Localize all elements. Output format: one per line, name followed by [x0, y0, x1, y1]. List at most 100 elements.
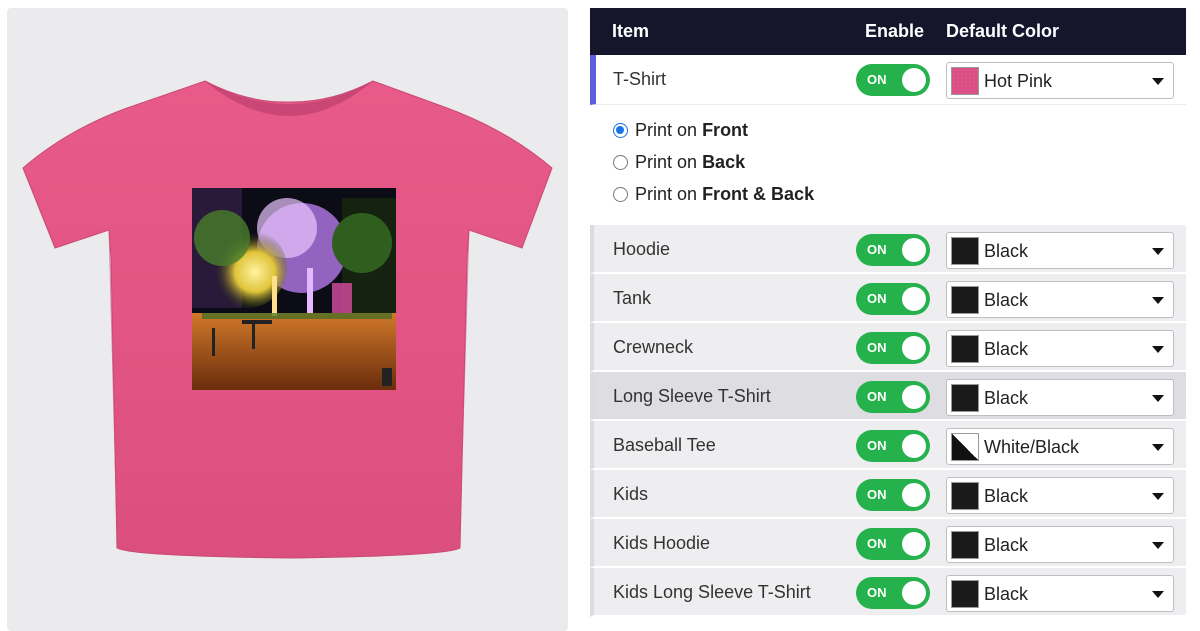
enable-toggle[interactable]: ON — [856, 577, 930, 609]
color-swatch — [951, 286, 979, 314]
toggle-knob — [902, 238, 926, 262]
toggle-knob — [902, 385, 926, 409]
toggle-knob — [902, 581, 926, 605]
radio-icon[interactable] — [613, 123, 628, 138]
product-preview — [7, 8, 568, 631]
chevron-down-icon — [1152, 493, 1164, 500]
selected-color: Black — [984, 535, 1029, 555]
default-color-select[interactable]: White/Black — [946, 428, 1174, 465]
product-row-kids-hoodie[interactable]: Kids Hoodie ON Black — [590, 519, 1186, 568]
option-prefix: Print on — [635, 184, 698, 204]
print-side-options: Print on Front Print on Back Print on Fr… — [590, 105, 1186, 225]
toggle-label: ON — [867, 585, 887, 600]
toggle-label: ON — [867, 242, 887, 257]
product-name: Tank — [613, 288, 652, 308]
color-swatch — [951, 237, 979, 265]
table-header: Item Enable Default Color — [590, 8, 1186, 55]
product-name: T-Shirt — [613, 69, 667, 89]
print-option-back[interactable]: Print on Back — [613, 152, 745, 173]
product-name: Kids Long Sleeve T-Shirt — [613, 582, 811, 602]
product-row-t-shirt[interactable]: T-Shirt ON Hot Pink — [590, 55, 1186, 105]
chevron-down-icon — [1152, 346, 1164, 353]
toggle-knob — [902, 483, 926, 507]
option-prefix: Print on — [635, 152, 698, 172]
default-color-select[interactable]: Black — [946, 379, 1174, 416]
product-name: Baseball Tee — [613, 435, 716, 455]
product-row-crewneck[interactable]: Crewneck ON Black — [590, 323, 1186, 372]
product-name: Kids Hoodie — [613, 533, 711, 553]
toggle-label: ON — [867, 487, 887, 502]
toggle-knob — [902, 287, 926, 311]
product-row-kids[interactable]: Kids ON Black — [590, 470, 1186, 519]
toggle-label: ON — [867, 72, 887, 87]
selected-color: Black — [984, 290, 1029, 310]
selected-color: Black — [984, 241, 1029, 261]
radio-icon[interactable] — [613, 155, 628, 170]
header-item: Item — [612, 21, 650, 41]
radio-icon[interactable] — [613, 187, 628, 202]
selected-color: Black — [984, 388, 1029, 408]
product-row-kids-long-sleeve-t-shirt[interactable]: Kids Long Sleeve T-Shirt ON Black — [590, 568, 1186, 617]
enable-toggle[interactable]: ON — [856, 234, 930, 266]
header-enable: Enable — [865, 21, 925, 41]
enable-toggle[interactable]: ON — [856, 528, 930, 560]
enable-toggle[interactable]: ON — [856, 430, 930, 462]
toggle-knob — [902, 532, 926, 556]
color-swatch — [951, 482, 979, 510]
enable-toggle[interactable]: ON — [856, 64, 930, 96]
product-row-long-sleeve-t-shirt[interactable]: Long Sleeve T-Shirt ON Black — [590, 372, 1186, 421]
product-name: Kids — [613, 484, 649, 504]
color-swatch — [951, 580, 979, 608]
enable-toggle[interactable]: ON — [856, 332, 930, 364]
toggle-label: ON — [867, 536, 887, 551]
enable-toggle[interactable]: ON — [856, 283, 930, 315]
selected-color: Hot Pink — [984, 71, 1053, 91]
print-option-front-back[interactable]: Print on Front & Back — [613, 184, 814, 205]
chevron-down-icon — [1152, 395, 1164, 402]
chevron-down-icon — [1152, 297, 1164, 304]
product-name: Crewneck — [613, 337, 694, 357]
product-row-baseball-tee[interactable]: Baseball Tee ON White/Black — [590, 421, 1186, 470]
toggle-label: ON — [867, 438, 887, 453]
option-side: Front & Back — [702, 184, 815, 204]
header-default-color: Default Color — [946, 21, 1060, 41]
default-color-select[interactable]: Black — [946, 330, 1174, 367]
color-swatch — [951, 67, 979, 95]
product-table: Item Enable Default Color T-Shirt ON Hot… — [590, 8, 1186, 620]
product-name: Long Sleeve T-Shirt — [613, 386, 771, 406]
toggle-label: ON — [867, 340, 887, 355]
option-side: Front — [702, 120, 749, 140]
chevron-down-icon — [1152, 248, 1164, 255]
toggle-label: ON — [867, 291, 887, 306]
chevron-down-icon — [1152, 542, 1164, 549]
artwork-print — [192, 188, 396, 390]
default-color-select[interactable]: Black — [946, 526, 1174, 563]
chevron-down-icon — [1152, 78, 1164, 85]
color-swatch — [951, 384, 979, 412]
chevron-down-icon — [1152, 444, 1164, 451]
default-color-select[interactable]: Black — [946, 281, 1174, 318]
default-color-select[interactable]: Black — [946, 232, 1174, 269]
default-color-select[interactable]: Black — [946, 575, 1174, 612]
selected-color: Black — [984, 584, 1029, 604]
toggle-knob — [902, 68, 926, 92]
enable-toggle[interactable]: ON — [856, 479, 930, 511]
option-prefix: Print on — [635, 120, 698, 140]
product-name: Hoodie — [613, 239, 671, 259]
product-row-tank[interactable]: Tank ON Black — [590, 274, 1186, 323]
print-option-front[interactable]: Print on Front — [613, 120, 748, 141]
selected-color: Black — [984, 339, 1029, 359]
product-row-hoodie[interactable]: Hoodie ON Black — [590, 225, 1186, 274]
color-swatch — [951, 335, 979, 363]
toggle-label: ON — [867, 389, 887, 404]
chevron-down-icon — [1152, 591, 1164, 598]
toggle-knob — [902, 434, 926, 458]
color-swatch — [951, 433, 979, 461]
default-color-select[interactable]: Black — [946, 477, 1174, 514]
toggle-knob — [902, 336, 926, 360]
option-side: Back — [702, 152, 746, 172]
color-swatch — [951, 531, 979, 559]
selected-color: Black — [984, 486, 1029, 506]
default-color-select[interactable]: Hot Pink — [946, 62, 1174, 99]
enable-toggle[interactable]: ON — [856, 381, 930, 413]
